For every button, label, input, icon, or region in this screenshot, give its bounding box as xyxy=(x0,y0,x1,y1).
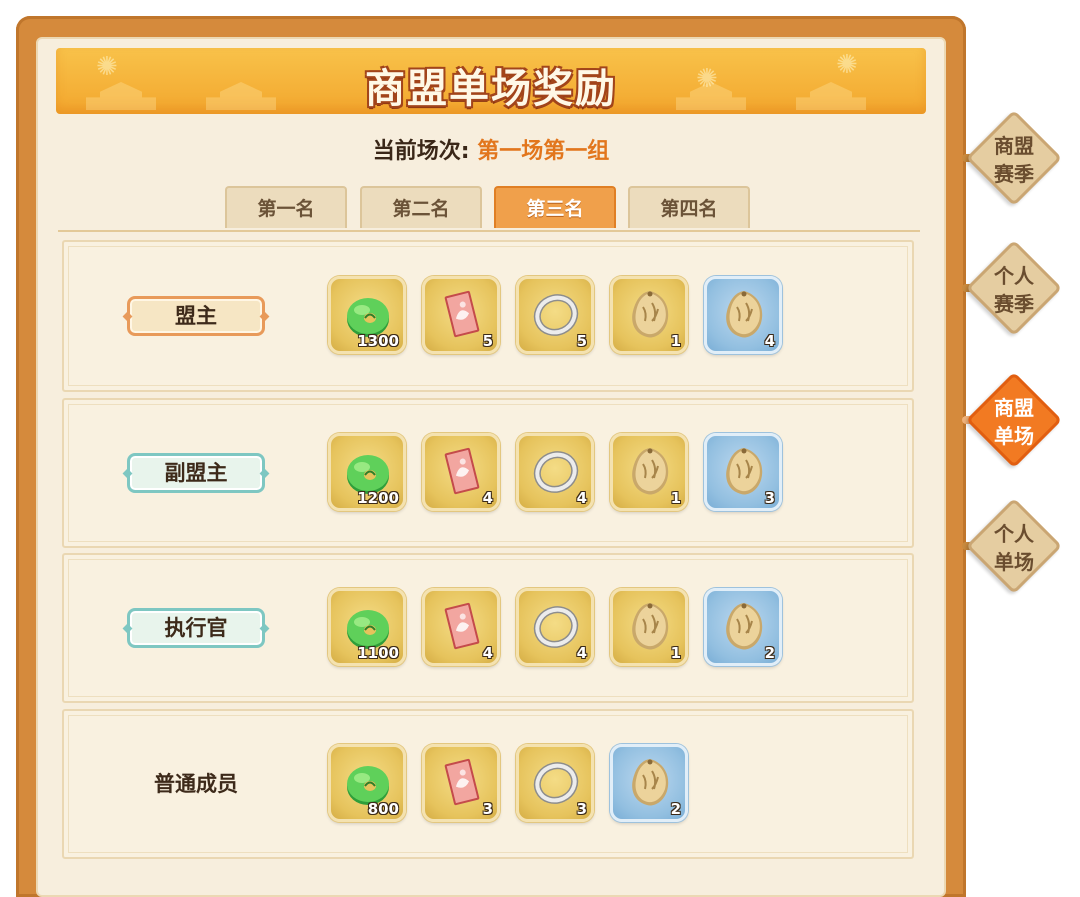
rank-label: 执行官 xyxy=(127,608,265,648)
reward-row: 副盟主 1200 4 4 1 3 xyxy=(62,398,914,548)
tab-third-place[interactable]: 第三名 xyxy=(494,186,616,228)
item-quantity: 4 xyxy=(576,489,587,507)
title-banner: ✺ ✺ ✺ 商盟单场奖励 xyxy=(56,48,926,114)
scroll-ticket-icon xyxy=(437,599,487,653)
scroll-ticket-icon xyxy=(437,755,487,809)
rank-label: 普通成员 xyxy=(154,772,238,796)
reward-item-slot[interactable]: 2 xyxy=(704,588,782,666)
silver-ring-icon xyxy=(531,755,581,809)
reward-item-slot[interactable]: 1100 xyxy=(328,588,406,666)
reward-item-slot[interactable]: 1 xyxy=(610,588,688,666)
reward-item-slot[interactable]: 3 xyxy=(422,744,500,822)
side-tab-line: 个人 xyxy=(994,522,1034,546)
reward-item-slot[interactable]: 2 xyxy=(610,744,688,822)
scroll-ticket-icon xyxy=(437,444,487,498)
item-quantity: 4 xyxy=(482,644,493,662)
item-quantity: 1 xyxy=(670,644,681,662)
item-quantity: 1 xyxy=(670,489,681,507)
item-quantity: 2 xyxy=(670,800,681,818)
seed-pouch-icon xyxy=(719,599,769,653)
side-tab-line: 单场 xyxy=(994,550,1034,574)
rank-label: 副盟主 xyxy=(127,453,265,493)
seed-pouch-icon xyxy=(719,444,769,498)
item-quantity: 1300 xyxy=(357,332,399,350)
seed-pouch-icon xyxy=(625,755,675,809)
side-tab[interactable]: 商盟 单场 xyxy=(962,371,1063,469)
round-value: 第一场第一组 xyxy=(477,139,610,164)
seed-pouch-icon xyxy=(719,287,769,341)
side-tab-label: 商盟 赛季 xyxy=(966,132,1062,188)
side-tab-line: 商盟 xyxy=(994,396,1034,420)
page-title: 商盟单场奖励 xyxy=(365,65,617,112)
tab-divider xyxy=(58,230,920,232)
reward-item-slot[interactable]: 5 xyxy=(516,276,594,354)
tab-label: 第一名 xyxy=(257,198,315,220)
reward-item-slot[interactable]: 4 xyxy=(704,276,782,354)
silver-ring-icon xyxy=(531,444,581,498)
item-quantity: 1 xyxy=(670,332,681,350)
scroll-ticket-icon xyxy=(437,287,487,341)
round-label: 当前场次: xyxy=(372,139,478,164)
reward-item-slot[interactable]: 4 xyxy=(422,588,500,666)
item-quantity: 4 xyxy=(576,644,587,662)
reward-row: 盟主 1300 5 5 1 4 xyxy=(62,240,914,392)
side-tab-line: 赛季 xyxy=(994,162,1034,186)
seed-pouch-icon xyxy=(625,444,675,498)
reward-item-slot[interactable]: 4 xyxy=(516,433,594,511)
reward-item-slot[interactable]: 1200 xyxy=(328,433,406,511)
side-tab-label: 商盟 单场 xyxy=(966,394,1062,450)
item-quantity: 5 xyxy=(482,332,493,350)
item-quantity: 5 xyxy=(576,332,587,350)
item-quantity: 3 xyxy=(482,800,493,818)
rank-label: 盟主 xyxy=(127,296,265,336)
reward-item-slot[interactable]: 4 xyxy=(422,433,500,511)
reward-item-slot[interactable]: 1 xyxy=(610,276,688,354)
current-round: 当前场次: 第一场第一组 xyxy=(0,133,982,165)
reward-item-slot[interactable]: 800 xyxy=(328,744,406,822)
item-quantity: 4 xyxy=(482,489,493,507)
silver-ring-icon xyxy=(531,287,581,341)
tab-label: 第三名 xyxy=(526,198,584,220)
reward-item-slot[interactable]: 4 xyxy=(516,588,594,666)
reward-item-slot[interactable]: 5 xyxy=(422,276,500,354)
side-tab-line: 单场 xyxy=(994,424,1034,448)
item-quantity: 3 xyxy=(764,489,775,507)
item-quantity: 4 xyxy=(764,332,775,350)
side-tab[interactable]: 个人 单场 xyxy=(962,497,1063,595)
item-quantity: 1100 xyxy=(357,644,399,662)
tab-label: 第二名 xyxy=(392,198,450,220)
tab-label: 第四名 xyxy=(660,198,718,220)
reward-row: 普通成员 800 3 3 2 xyxy=(62,709,914,859)
reward-item-slot[interactable]: 1300 xyxy=(328,276,406,354)
side-tab-line: 个人 xyxy=(994,264,1034,288)
item-quantity: 1200 xyxy=(357,489,399,507)
side-tab-line: 赛季 xyxy=(994,292,1034,316)
reward-row: 执行官 1100 4 4 1 2 xyxy=(62,553,914,703)
side-tab-label: 个人 赛季 xyxy=(966,262,1062,318)
side-tab[interactable]: 个人 赛季 xyxy=(962,239,1063,337)
reward-item-slot[interactable]: 1 xyxy=(610,433,688,511)
reward-item-slot[interactable]: 3 xyxy=(704,433,782,511)
item-quantity: 2 xyxy=(764,644,775,662)
reward-item-slot[interactable]: 3 xyxy=(516,744,594,822)
silver-ring-icon xyxy=(531,599,581,653)
side-tab[interactable]: 商盟 赛季 xyxy=(962,109,1063,207)
seed-pouch-icon xyxy=(625,287,675,341)
tab-second-place[interactable]: 第二名 xyxy=(360,186,482,228)
seed-pouch-icon xyxy=(625,599,675,653)
side-tab-line: 商盟 xyxy=(994,134,1034,158)
item-quantity: 800 xyxy=(367,800,399,818)
side-tab-label: 个人 单场 xyxy=(966,520,1062,576)
tab-fourth-place[interactable]: 第四名 xyxy=(628,186,750,228)
tab-first-place[interactable]: 第一名 xyxy=(225,186,347,228)
item-quantity: 3 xyxy=(576,800,587,818)
